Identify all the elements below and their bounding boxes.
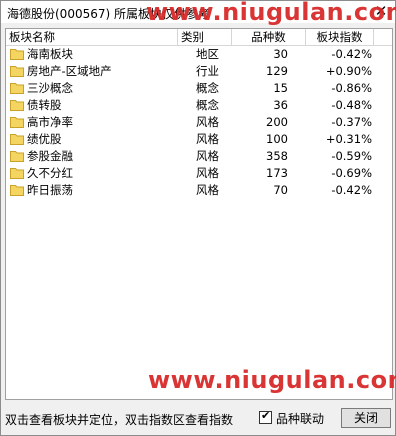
folder-icon (10, 48, 24, 60)
board-type: 风格 (196, 149, 219, 163)
vertical-scrollbar[interactable] (383, 28, 391, 398)
check-icon: ✔ (261, 409, 271, 422)
folder-icon (10, 133, 24, 145)
board-type: 风格 (196, 183, 219, 197)
column-header-type[interactable]: 类别 (178, 29, 232, 45)
folder-icon (10, 150, 24, 162)
board-name: 昨日振荡 (27, 183, 73, 197)
window-title: 海德股份(000567) 所属板块仅供参考 (7, 7, 210, 21)
board-name: 高市净率 (27, 115, 73, 129)
board-name: 绩优股 (27, 132, 62, 146)
board-type: 风格 (196, 166, 219, 180)
board-change: -0.42% (331, 47, 372, 61)
table-row[interactable]: 债转股 概念 36 -0.48% (6, 97, 374, 114)
board-change: -0.59% (331, 149, 372, 163)
board-count: 200 (266, 115, 288, 129)
table-row[interactable]: 三沙概念 概念 15 -0.86% (6, 80, 374, 97)
column-header-count[interactable]: 品种数 (232, 29, 306, 45)
board-dialog: 海德股份(000567) 所属板块仅供参考 ✕ 板块名称 类别 品种数 板块指数… (0, 0, 396, 436)
title-bar[interactable]: 海德股份(000567) 所属板块仅供参考 ✕ (1, 1, 395, 23)
board-type: 概念 (196, 81, 219, 95)
folder-icon (10, 184, 24, 196)
board-count: 70 (273, 183, 288, 197)
board-change: -0.48% (331, 98, 372, 112)
board-change: -0.69% (331, 166, 372, 180)
status-hint: 双击查看板块并定位，双击指数区查看指数 (5, 413, 234, 427)
board-change: -0.37% (331, 115, 372, 129)
table-row[interactable]: 久不分红 风格 173 -0.69% (6, 165, 374, 182)
board-count: 100 (266, 132, 288, 146)
board-count: 15 (273, 81, 288, 95)
board-name: 三沙概念 (27, 81, 73, 95)
folder-icon (10, 116, 24, 128)
board-name: 房地产-区域地产 (27, 64, 112, 78)
list-header: 板块名称 类别 品种数 板块指数 (6, 29, 392, 46)
board-list[interactable]: 板块名称 类别 品种数 板块指数 海南板块 地区 30 -0.42% 房地产-区域地产 行… (5, 28, 393, 400)
board-type: 概念 (196, 98, 219, 112)
folder-icon (10, 65, 24, 77)
board-name: 久不分红 (27, 166, 73, 180)
board-type: 风格 (196, 115, 219, 129)
board-type: 风格 (196, 132, 219, 146)
table-row[interactable]: 房地产-区域地产 行业 129 +0.90% (6, 63, 374, 80)
table-row[interactable]: 昨日振荡 风格 70 -0.42% (6, 182, 374, 199)
table-row[interactable]: 高市净率 风格 200 -0.37% (6, 114, 374, 131)
table-row[interactable]: 绩优股 风格 100 +0.31% (6, 131, 374, 148)
board-type: 地区 (196, 47, 219, 61)
folder-icon (10, 167, 24, 179)
close-icon[interactable]: ✕ (373, 3, 389, 19)
board-name: 参股金融 (27, 149, 73, 163)
column-header-index[interactable]: 板块指数 (306, 29, 374, 45)
board-name: 债转股 (27, 98, 62, 112)
board-change: +0.90% (325, 64, 372, 78)
board-count: 173 (266, 166, 288, 180)
board-count: 36 (273, 98, 288, 112)
table-row[interactable]: 海南板块 地区 30 -0.42% (6, 46, 374, 63)
board-name: 海南板块 (27, 47, 73, 61)
close-button[interactable]: 关闭 (341, 408, 391, 428)
board-change: -0.42% (331, 183, 372, 197)
folder-icon (10, 82, 24, 94)
board-type: 行业 (196, 64, 219, 78)
checkbox-box[interactable]: ✔ (259, 409, 272, 424)
board-count: 129 (266, 64, 288, 78)
board-change: +0.31% (325, 132, 372, 146)
board-change: -0.86% (331, 81, 372, 95)
board-count: 30 (273, 47, 288, 61)
column-header-name[interactable]: 板块名称 (6, 29, 178, 45)
folder-icon (10, 99, 24, 111)
table-row[interactable]: 参股金融 风格 358 -0.59% (6, 148, 374, 165)
board-count: 358 (266, 149, 288, 163)
checkbox-label: 品种联动 (276, 412, 325, 426)
